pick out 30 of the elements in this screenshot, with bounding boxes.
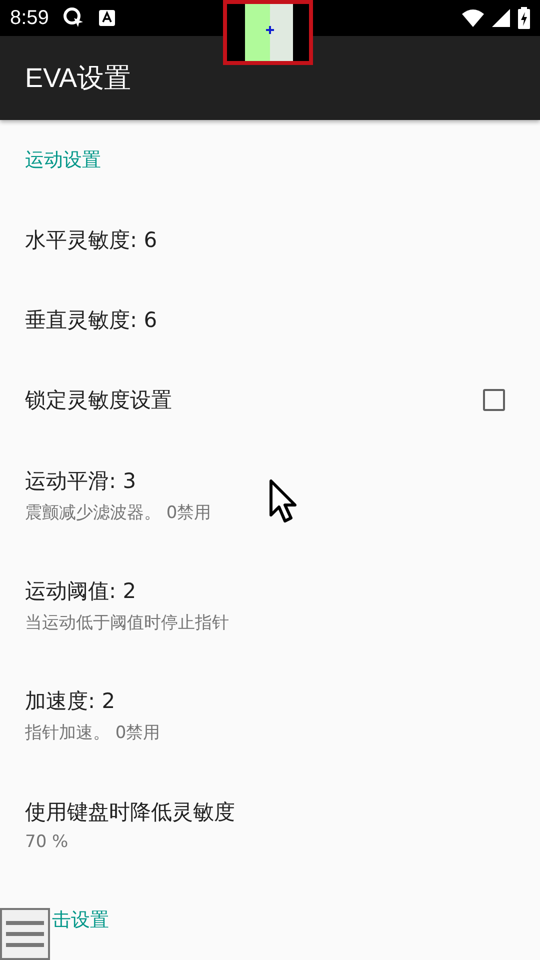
setting-title: 使用键盘时降低灵敏度 [25, 799, 236, 826]
setting-title: 水平灵敏度: 6 [25, 227, 158, 254]
setting-row[interactable]: 垂直灵敏度: 6 [0, 280, 540, 360]
status-time: 8:59 [10, 6, 49, 30]
setting-row[interactable]: 加速度: 2 指针加速。 0禁用 [0, 660, 540, 770]
setting-title: 加速度: 2 [25, 688, 116, 714]
setting-summary: 当运动低于阈值时停止指针 [25, 612, 230, 634]
setting-row[interactable]: 运动阈值: 2 当运动低于阈值时停止指针 [0, 550, 540, 660]
setting-title: 垂直灵敏度: 6 [25, 307, 158, 334]
checkbox[interactable] [483, 389, 505, 411]
section-header: 击设置 [52, 908, 109, 933]
setting-row[interactable]: 锁定灵敏度设置 [0, 360, 540, 440]
setting-summary: 指针加速。 0禁用 [25, 722, 162, 744]
setting-summary: 70 % [25, 832, 70, 852]
mouse-pointer-icon [269, 479, 297, 525]
setting-title: 锁定灵敏度设置 [25, 387, 173, 414]
menu-button[interactable] [0, 908, 50, 960]
app-title: EVA设置 [25, 62, 132, 95]
wifi-icon [462, 9, 484, 27]
setting-row[interactable]: 运动平滑: 3 震颤减少滤波器。 0禁用 [0, 440, 540, 550]
signal-icon [492, 9, 510, 27]
setting-title: 运动阈值: 2 [25, 578, 138, 604]
cursor-circle-icon [62, 7, 85, 29]
section-header: 运动设置 [25, 148, 101, 173]
battery-charging-icon [518, 7, 530, 29]
setting-row[interactable]: 使用键盘时降低灵敏度 70 % [0, 770, 540, 880]
setting-title: 运动平滑: 3 [25, 468, 138, 494]
setting-row[interactable]: 水平灵敏度: 6 [0, 200, 540, 280]
keyboard-a-icon [98, 10, 115, 26]
setting-summary: 震颤减少滤波器。 0禁用 [25, 502, 212, 524]
